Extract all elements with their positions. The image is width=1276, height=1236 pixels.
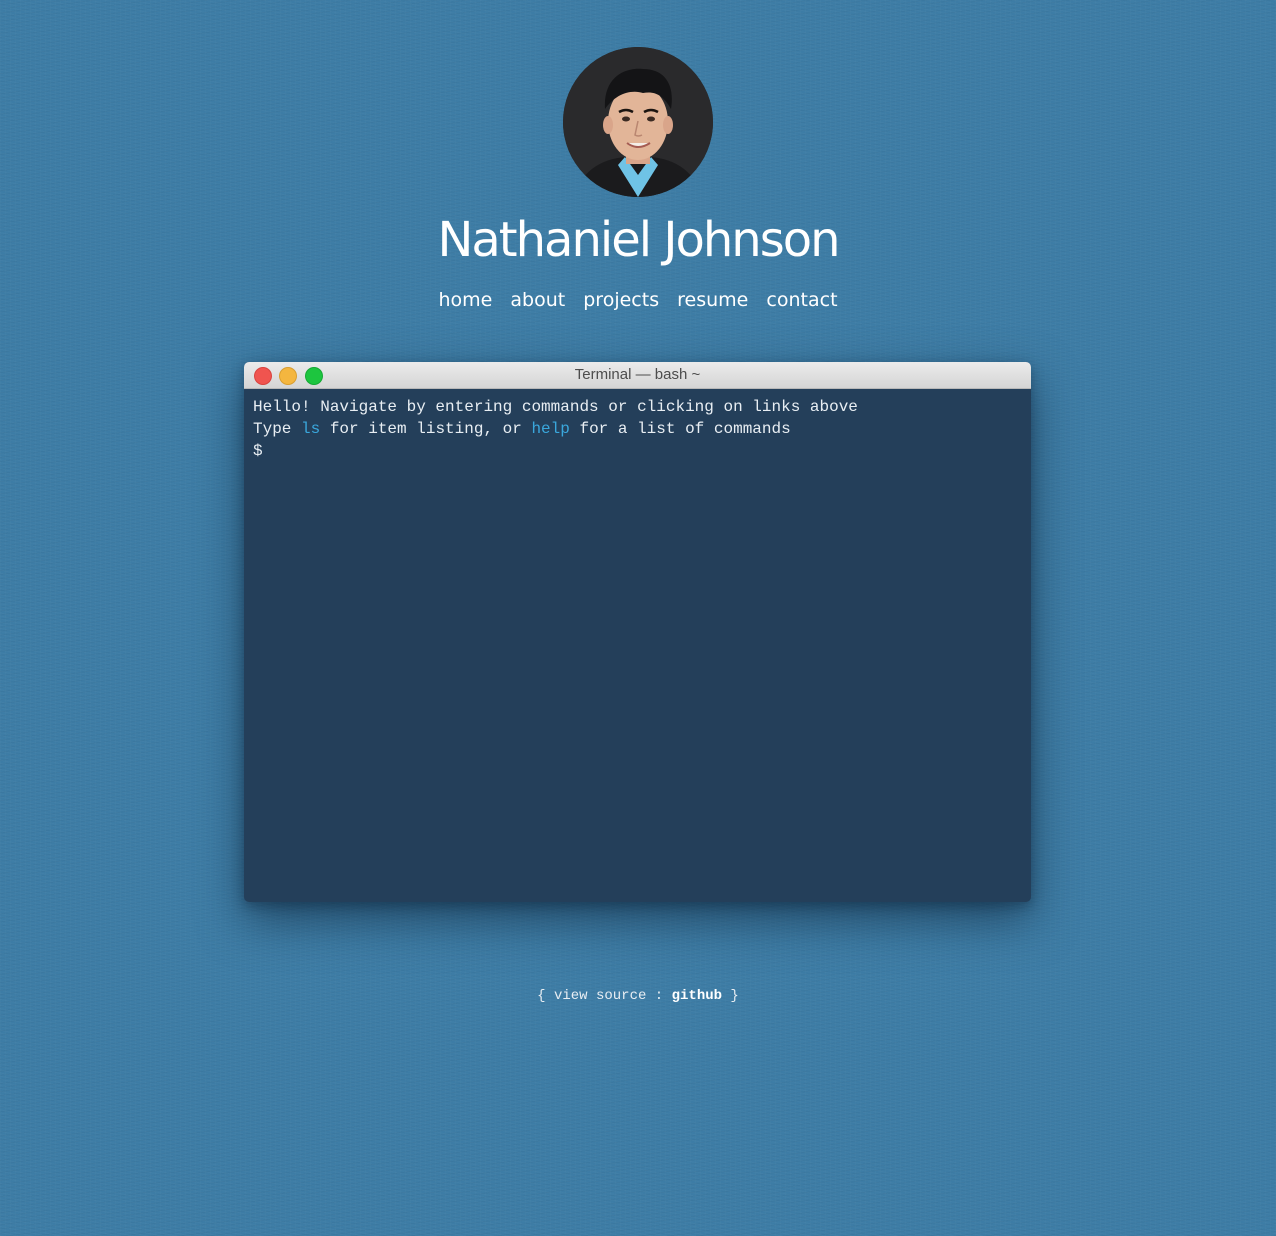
hint-middle: for item listing, or xyxy=(320,420,532,438)
prompt-symbol: $ xyxy=(253,442,263,460)
nav-link-about[interactable]: about xyxy=(510,289,565,311)
terminal-line-hint: Type ls for item listing, or help for a … xyxy=(253,418,1022,440)
nav-link-projects[interactable]: projects xyxy=(583,289,659,311)
nav-link-home[interactable]: home xyxy=(438,289,492,311)
nav-link-resume[interactable]: resume xyxy=(677,289,748,311)
footer-open-brace: { xyxy=(537,988,554,1004)
main-nav: home about projects resume contact xyxy=(0,286,1276,314)
terminal-output[interactable]: Hello! Navigate by entering commands or … xyxy=(244,389,1031,469)
hint-suffix: for a list of commands xyxy=(569,420,791,438)
profile-avatar xyxy=(563,47,713,197)
close-window-button[interactable] xyxy=(254,367,272,385)
terminal-line-welcome: Hello! Navigate by entering commands or … xyxy=(253,398,858,416)
nav-link-contact[interactable]: contact xyxy=(766,289,837,311)
terminal-prompt[interactable]: $ xyxy=(253,440,1022,462)
view-source-label: view source xyxy=(553,988,647,1004)
footer-close-brace: } xyxy=(722,988,739,1004)
minimize-window-button[interactable] xyxy=(279,367,297,385)
footer: { view source : github } xyxy=(0,988,1276,1004)
ls-command-link[interactable]: ls xyxy=(301,420,320,438)
github-link[interactable]: github xyxy=(672,988,722,1004)
hint-prefix: Type xyxy=(253,420,302,438)
terminal-title: Terminal — bash ~ xyxy=(574,366,701,383)
help-command-link[interactable]: help xyxy=(531,420,569,438)
terminal-window[interactable]: Terminal — bash ~ Hello! Navigate by ent… xyxy=(244,362,1031,902)
terminal-titlebar: Terminal — bash ~ xyxy=(244,362,1031,389)
maximize-window-button[interactable] xyxy=(305,367,323,385)
profile-photo xyxy=(563,47,713,197)
footer-separator: : xyxy=(646,988,672,1004)
page-title: Nathaniel Johnson xyxy=(437,212,840,268)
